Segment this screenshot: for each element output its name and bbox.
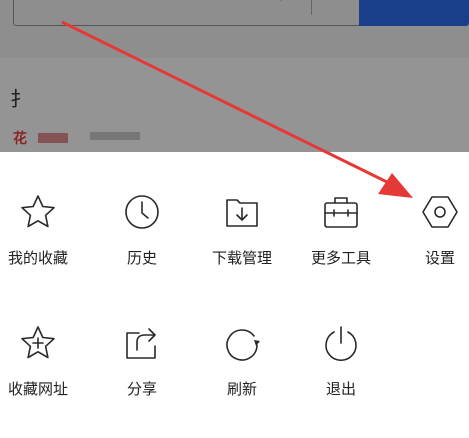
background-content-band xyxy=(0,58,469,152)
menu-item-share[interactable]: 分享 xyxy=(97,324,187,424)
menu-item-settings[interactable]: 设置 xyxy=(395,193,469,293)
menu-item-history[interactable]: 历史 xyxy=(97,193,187,293)
dimmed-background-page: 扌 花 xyxy=(0,0,469,152)
menu-item-favorites[interactable]: 我的收藏 xyxy=(0,193,83,293)
background-red-fragment: 花 xyxy=(13,131,27,147)
search-button xyxy=(359,0,469,26)
refresh-icon xyxy=(223,324,261,362)
menu-item-label: 刷新 xyxy=(226,380,257,398)
menu-item-label: 分享 xyxy=(126,380,157,398)
menu-item-downloads[interactable]: 下载管理 xyxy=(197,193,287,293)
menu-item-label: 下载管理 xyxy=(211,249,272,267)
background-text-fragment xyxy=(90,132,140,140)
clock-icon xyxy=(123,193,161,231)
toolbox-icon xyxy=(322,193,360,231)
menu-item-exit[interactable]: 退出 xyxy=(296,324,386,424)
power-icon xyxy=(322,324,360,362)
settings-hexagon-icon xyxy=(421,193,459,231)
mic-icon xyxy=(280,0,282,1)
search-divider xyxy=(311,0,312,15)
background-red-bar xyxy=(38,133,68,143)
search-input xyxy=(13,0,361,26)
menu-item-bookmark-url[interactable]: 收藏网址 xyxy=(0,324,83,424)
background-heading-fragment: 扌 xyxy=(10,87,30,111)
share-icon xyxy=(123,324,161,362)
menu-item-label: 更多工具 xyxy=(310,249,371,267)
menu-item-label: 收藏网址 xyxy=(7,380,68,398)
menu-item-label: 退出 xyxy=(325,380,356,398)
menu-item-label: 历史 xyxy=(126,249,157,267)
menu-item-more-tools[interactable]: 更多工具 xyxy=(296,193,386,293)
menu-item-label: 我的收藏 xyxy=(7,249,68,267)
menu-item-refresh[interactable]: 刷新 xyxy=(197,324,287,424)
star-icon xyxy=(19,193,57,231)
download-folder-icon xyxy=(223,193,261,231)
menu-item-label: 设置 xyxy=(424,249,455,267)
star-plus-icon xyxy=(19,324,57,362)
